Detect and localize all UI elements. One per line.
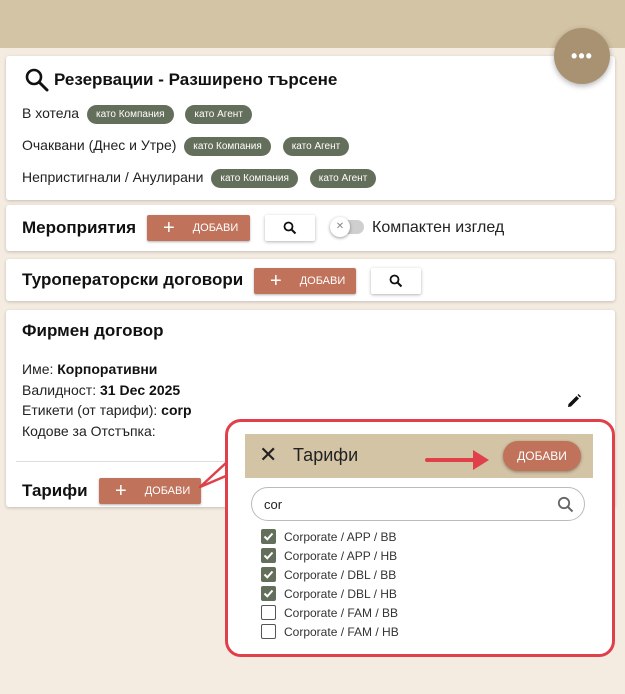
search-icon[interactable]	[557, 496, 574, 513]
option-label: Corporate / FAM / BB	[284, 605, 399, 620]
checkbox[interactable]	[261, 605, 276, 620]
checkbox[interactable]	[261, 586, 276, 601]
rate-option[interactable]: Corporate / DBL / HB	[261, 586, 397, 601]
checkbox[interactable]	[261, 567, 276, 582]
checkbox[interactable]	[261, 624, 276, 639]
check-icon	[263, 532, 274, 541]
dialog-header: ✕ Тарифи ДОБАВИ	[245, 434, 593, 478]
search-value: cor	[264, 497, 283, 512]
option-label: Corporate / DBL / HB	[284, 586, 397, 601]
rate-option[interactable]: Corporate / APP / BB	[261, 529, 397, 544]
checkbox[interactable]	[261, 548, 276, 563]
close-icon[interactable]: ✕	[259, 442, 277, 468]
dialog-search-input[interactable]: cor	[251, 487, 585, 521]
arrow-icon	[425, 450, 489, 470]
option-label: Corporate / DBL / BB	[284, 567, 397, 582]
rate-option[interactable]: Corporate / FAM / HB	[261, 624, 399, 639]
rate-option[interactable]: Corporate / APP / HB	[261, 548, 397, 563]
rate-option[interactable]: Corporate / DBL / BB	[261, 567, 396, 582]
option-label: Corporate / FAM / HB	[284, 624, 399, 639]
check-icon	[263, 570, 274, 579]
dialog-title: Тарифи	[293, 445, 359, 465]
check-icon	[263, 551, 274, 560]
option-label: Corporate / APP / BB	[284, 529, 397, 544]
rates-dialog-callout: ✕ Тарифи ДОБАВИ cor Corporate / APP / BB…	[225, 419, 615, 657]
check-icon	[263, 589, 274, 598]
option-label: Corporate / APP / HB	[284, 548, 398, 563]
dialog-add-button[interactable]: ДОБАВИ	[503, 441, 581, 471]
rate-option[interactable]: Corporate / FAM / BB	[261, 605, 398, 620]
checkbox[interactable]	[261, 529, 276, 544]
